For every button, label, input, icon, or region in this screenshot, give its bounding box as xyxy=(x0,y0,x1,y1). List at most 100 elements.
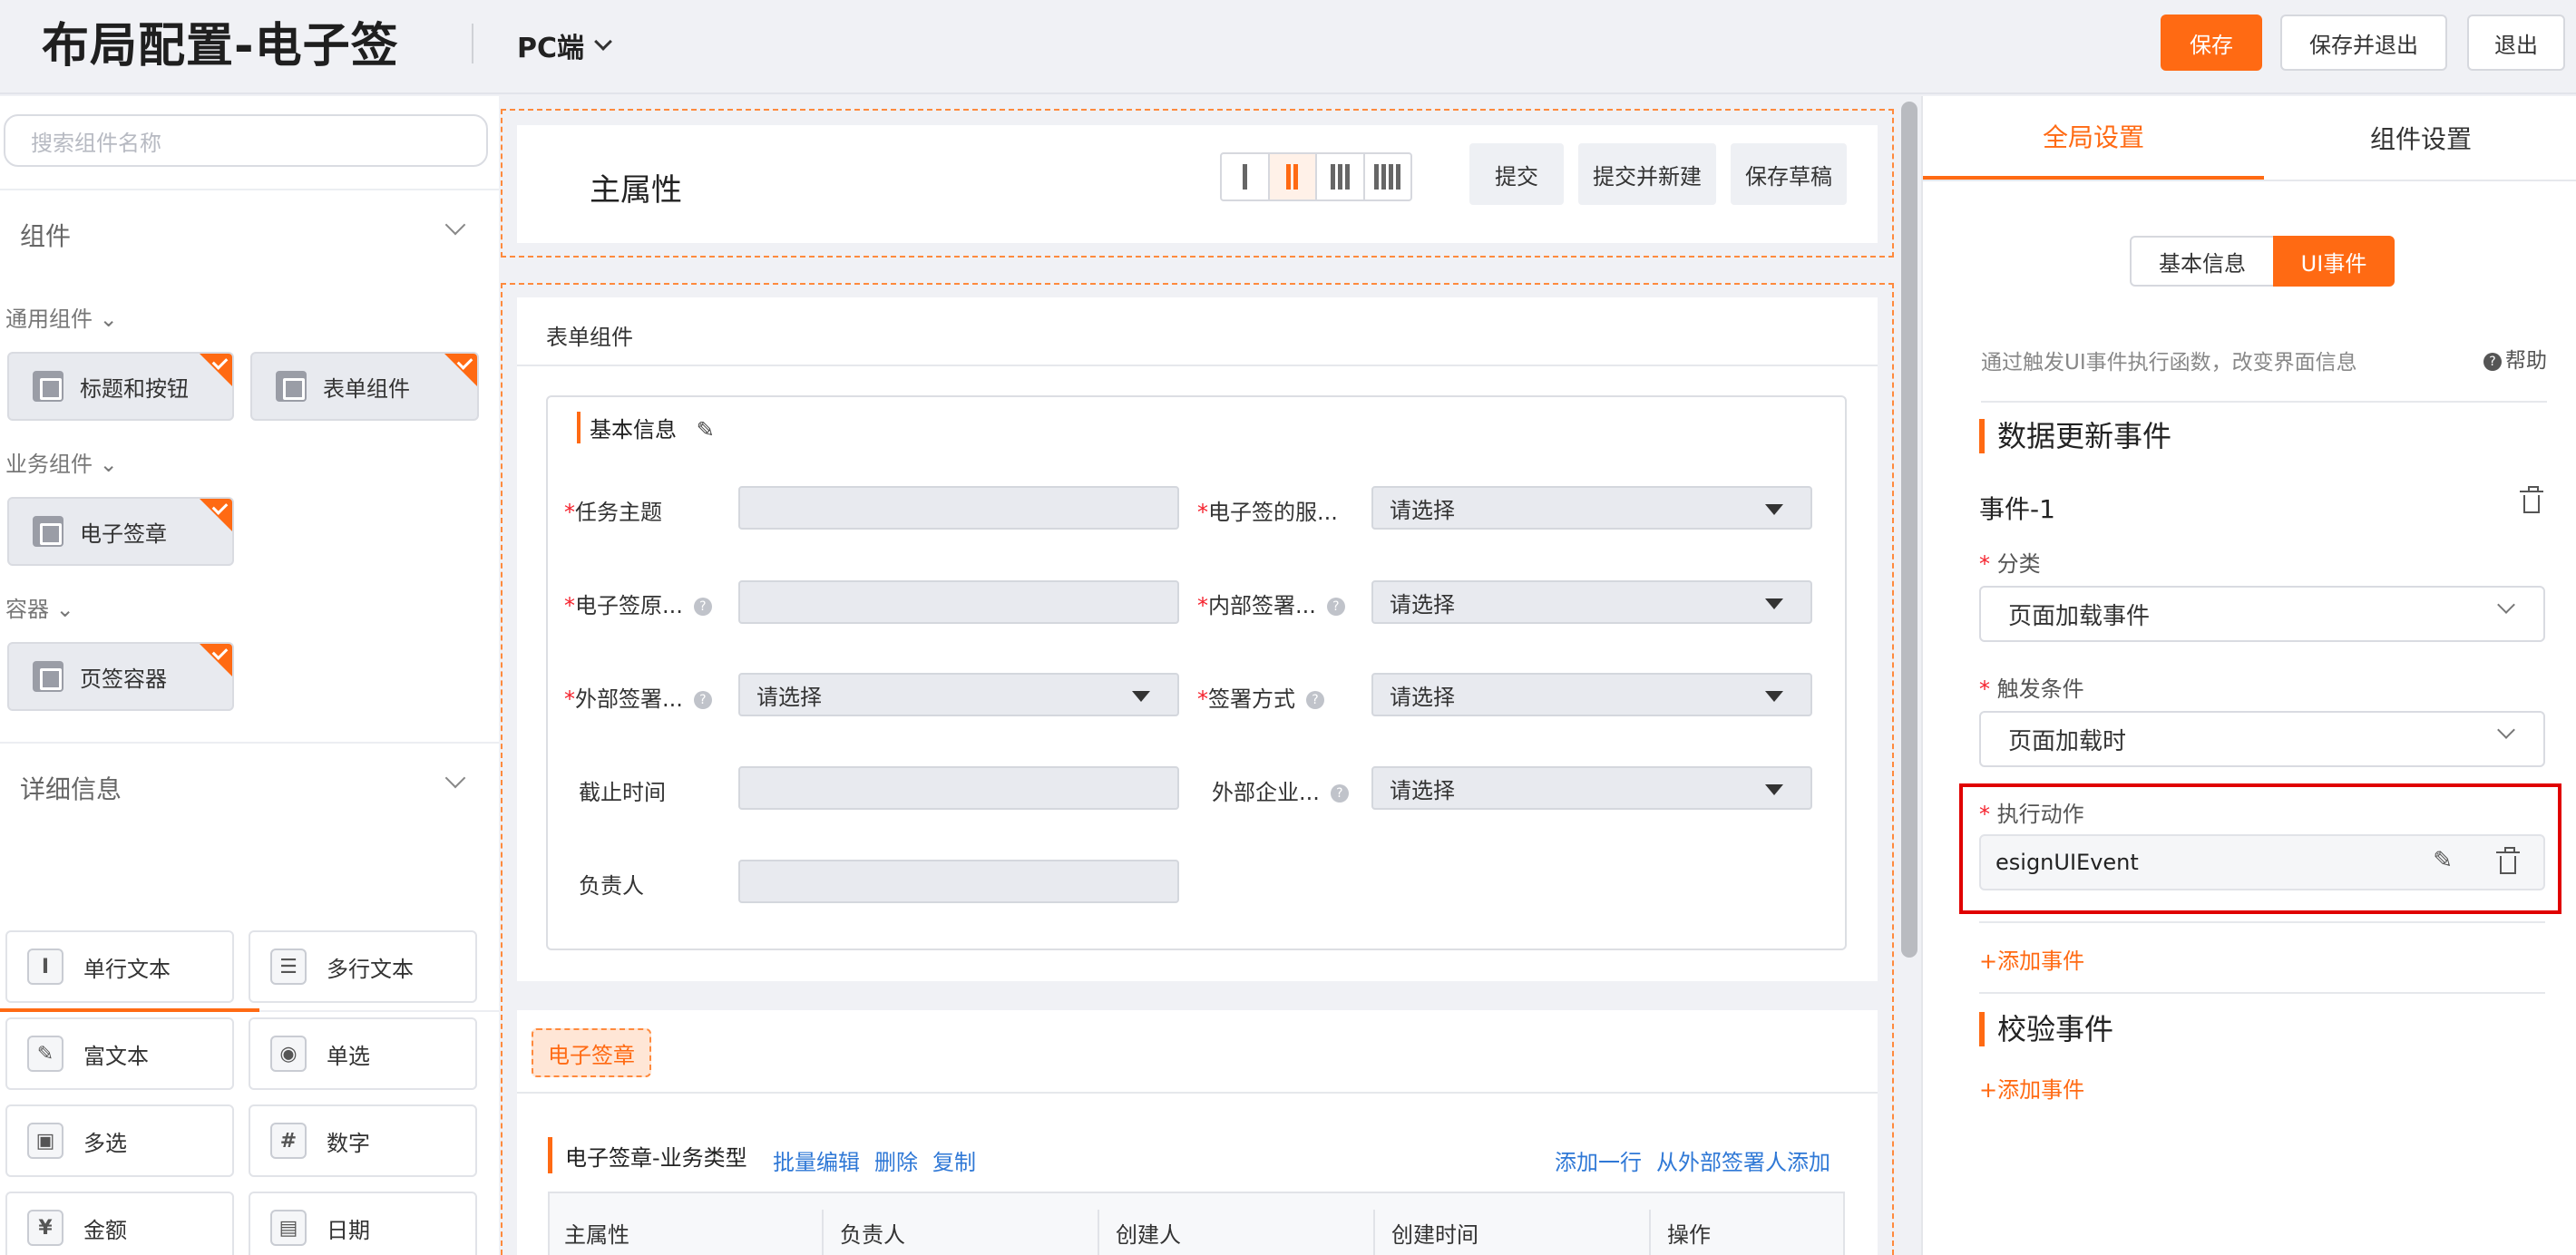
category-label: * 分类 xyxy=(1979,551,2041,577)
group-title-general[interactable]: 通用组件 ⌄ xyxy=(5,301,118,333)
submit-button[interactable]: 提交 xyxy=(1469,143,1564,205)
edit-icon[interactable]: ✎ xyxy=(697,417,715,443)
action-item[interactable]: esignUIEvent ✎ xyxy=(1979,834,2545,890)
field-item-number[interactable]: # 数字 xyxy=(249,1104,477,1177)
esign-original-input[interactable] xyxy=(738,580,1179,624)
divider xyxy=(517,1092,1878,1094)
field-label-deadline: 截止时间 xyxy=(579,780,666,805)
column-header: 负责人 xyxy=(824,1210,1099,1255)
layout-3col[interactable] xyxy=(1317,154,1365,199)
caret-down-icon xyxy=(1765,504,1783,515)
help-icon[interactable]: ? xyxy=(1330,784,1349,803)
check-corner-icon xyxy=(444,354,477,386)
tab-component-settings[interactable]: 组件设置 xyxy=(2264,96,2576,180)
component-icon xyxy=(33,661,63,692)
copy-link[interactable]: 复制 xyxy=(932,1144,976,1176)
esign-service-select[interactable]: 请选择 xyxy=(1371,486,1812,530)
field-item-multi-text[interactable]: ☰ 多行文本 xyxy=(249,930,477,1003)
platform-label: PC端 xyxy=(517,33,585,64)
add-external-signer-link[interactable]: 从外部签署人添加 xyxy=(1656,1144,1830,1176)
radio-icon: ◉ xyxy=(270,1036,307,1072)
column-layout-switcher[interactable] xyxy=(1220,152,1412,201)
sign-method-select[interactable]: 请选择 xyxy=(1371,673,1812,716)
components-section-header[interactable]: 组件 xyxy=(0,189,499,279)
component-card-tab-container[interactable]: 页签容器 xyxy=(7,642,234,711)
header-divider xyxy=(472,24,473,63)
component-card-esign[interactable]: 电子签章 xyxy=(7,497,234,566)
layout-1col[interactable] xyxy=(1222,154,1270,199)
trigger-label: * 触发条件 xyxy=(1979,676,2084,702)
date-icon: ▤ xyxy=(270,1210,307,1246)
field-item-checkbox[interactable]: ▣ 多选 xyxy=(5,1104,234,1177)
add-event-link[interactable]: +添加事件 xyxy=(1979,943,2084,975)
group-title-container[interactable]: 容器 ⌄ xyxy=(5,591,74,623)
field-item-rich-text[interactable]: ✎ 富文本 xyxy=(5,1017,234,1090)
internal-signer-select[interactable]: 请选择 xyxy=(1371,580,1812,624)
field-item-radio[interactable]: ◉ 单选 xyxy=(249,1017,477,1090)
seg-basic-info[interactable]: 基本信息 xyxy=(2130,236,2275,287)
section-title: 详细信息 xyxy=(20,774,122,804)
detail-section-header[interactable]: 详细信息 xyxy=(0,742,499,832)
component-search-input[interactable]: 搜索组件名称 xyxy=(4,114,488,167)
owner-input[interactable] xyxy=(738,860,1179,903)
seg-ui-events[interactable]: UI事件 xyxy=(2273,236,2395,287)
category-select[interactable]: 页面加载事件 xyxy=(1979,586,2545,642)
component-card-title-buttons[interactable]: 标题和按钮 xyxy=(7,352,234,421)
group-title-business[interactable]: 业务组件 ⌄ xyxy=(5,446,118,478)
field-item-single-text[interactable]: I 单行文本 xyxy=(5,930,234,1003)
help-icon[interactable]: ? xyxy=(1306,691,1324,709)
field-label: 多选 xyxy=(83,1130,127,1156)
esign-tag[interactable]: 电子签章 xyxy=(532,1028,651,1077)
submit-new-button[interactable]: 提交并新建 xyxy=(1578,143,1716,205)
help-icon[interactable]: ? xyxy=(1326,598,1345,616)
field-label-task-subject: *任务主题 xyxy=(564,500,662,525)
help-icon[interactable]: ? xyxy=(693,598,712,616)
edit-action-icon[interactable]: ✎ xyxy=(2433,847,2453,874)
platform-dropdown[interactable]: PC端 xyxy=(517,25,612,65)
text-icon: I xyxy=(27,949,63,985)
esign-table-title: 电子签章-业务类型 xyxy=(548,1137,747,1173)
chevron-down-icon xyxy=(444,767,466,789)
chevron-down-icon xyxy=(444,214,466,236)
column-header: 主属性 xyxy=(548,1210,824,1255)
scrollbar-thumb[interactable] xyxy=(1901,102,1917,958)
add-row-link[interactable]: 添加一行 xyxy=(1555,1144,1642,1176)
component-card-form[interactable]: 表单组件 xyxy=(250,352,479,421)
save-exit-button[interactable]: 保存并退出 xyxy=(2280,15,2447,71)
exit-button[interactable]: 退出 xyxy=(2467,15,2565,71)
main-attr-title: 主属性 xyxy=(590,172,682,209)
component-label: 页签容器 xyxy=(80,666,167,692)
field-label: 多行文本 xyxy=(327,956,414,982)
batch-edit-link[interactable]: 批量编辑 xyxy=(773,1144,860,1176)
help-icon[interactable]: ? xyxy=(693,691,712,709)
form-component-title: 表单组件 xyxy=(546,325,633,350)
delete-event-icon[interactable] xyxy=(2520,486,2543,513)
field-label-external-signer: *外部签署...? xyxy=(564,681,712,713)
delete-action-icon[interactable] xyxy=(2496,847,2520,874)
chevron-down-icon xyxy=(594,33,612,51)
multiline-icon: ☰ xyxy=(270,949,307,985)
field-item-currency[interactable]: ¥ 金额 xyxy=(5,1192,234,1255)
trigger-select[interactable]: 页面加载时 xyxy=(1979,711,2545,767)
caret-down-icon xyxy=(1765,691,1783,702)
richtext-icon: ✎ xyxy=(27,1036,63,1072)
field-label-esign-service: *电子签的服... xyxy=(1197,500,1338,525)
layout-2col[interactable] xyxy=(1269,154,1317,199)
deadline-input[interactable] xyxy=(738,766,1179,810)
delete-link[interactable]: 删除 xyxy=(874,1144,918,1176)
field-item-date[interactable]: ▤ 日期 xyxy=(249,1192,477,1255)
save-button[interactable]: 保存 xyxy=(2161,15,2262,71)
data-update-section-title: 数据更新事件 xyxy=(1979,419,2171,453)
checkbox-icon: ▣ xyxy=(27,1123,63,1159)
add-validate-event-link[interactable]: +添加事件 xyxy=(1979,1072,2084,1104)
help-icon: ? xyxy=(2483,352,2502,371)
task-subject-input[interactable] xyxy=(738,486,1179,530)
field-label-external-company: 外部企业...? xyxy=(1212,774,1349,806)
layout-4col[interactable] xyxy=(1365,154,1411,199)
help-link[interactable]: ? 帮助 xyxy=(2483,343,2547,374)
tab-global-settings[interactable]: 全局设置 xyxy=(1923,96,2264,180)
external-company-select[interactable]: 请选择 xyxy=(1371,766,1812,810)
save-draft-button[interactable]: 保存草稿 xyxy=(1731,143,1847,205)
component-label: 电子签章 xyxy=(80,520,167,547)
external-signer-select[interactable]: 请选择 xyxy=(738,673,1179,716)
